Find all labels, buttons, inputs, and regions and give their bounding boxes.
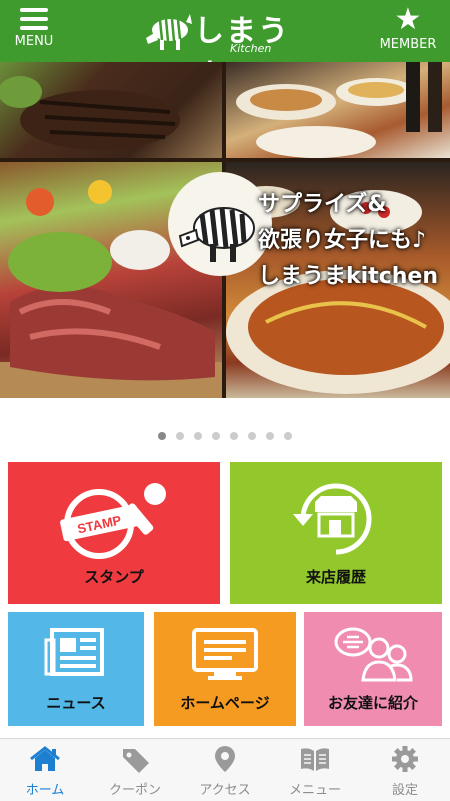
carousel-dot[interactable] (212, 432, 220, 440)
map-pin-icon (215, 746, 235, 772)
invite-friends-tile[interactable]: お友達に紹介 (304, 612, 442, 726)
carousel-dot[interactable] (266, 432, 274, 440)
tab-settings-label: 設定 (391, 783, 418, 798)
visit-history-tile[interactable]: 来店履歴 (230, 462, 442, 604)
visit-history-label: 来店履歴 (305, 568, 366, 586)
tab-coupon-label: クーポン (108, 783, 161, 798)
stamp-label: スタンプ (84, 568, 144, 586)
carousel-dot[interactable] (176, 432, 184, 440)
tab-access-label: アクセス (199, 783, 251, 798)
hero-caption-line2: 欲張り女子にも♪ (258, 228, 427, 253)
book-icon (301, 748, 329, 771)
news-label: ニュース (46, 694, 106, 712)
bottom-tab-bar: ホーム クーポン アクセス メニュー 設定 (0, 738, 450, 801)
hero-caption-line1: サプライズ& (258, 192, 387, 217)
carousel-indicator (0, 432, 450, 444)
tab-home-label: ホーム (25, 783, 65, 798)
stamp-icon: STAMP (60, 483, 166, 559)
hero-banner[interactable]: サプライズ& 欲張り女子にも♪ しまうまkitchen (0, 62, 450, 398)
homepage-label: ホームページ (180, 694, 270, 712)
zebra-mascot (168, 172, 272, 276)
tab-access[interactable]: アクセス (180, 739, 270, 801)
party-dishes-photo (226, 62, 450, 158)
menu-button[interactable]: MENU (10, 6, 58, 56)
brand-subtitle: Kitchen (230, 42, 272, 55)
news-tile[interactable]: ニュース (8, 612, 144, 726)
monitor-icon (192, 628, 258, 680)
tag-icon (123, 749, 149, 773)
invite-friends-label: お友達に紹介 (327, 694, 418, 712)
star-icon: ★ (394, 2, 422, 37)
carousel-dot[interactable] (230, 432, 238, 440)
steak-photo (0, 62, 222, 158)
tab-coupon[interactable]: クーポン (90, 739, 180, 801)
stamp-tile[interactable]: STAMP スタンプ (8, 462, 220, 604)
member-button[interactable]: ★ MEMBER (376, 4, 440, 56)
zebra-icon (146, 14, 192, 50)
hero-caption-line3: しまうまkitchen (258, 264, 438, 289)
member-label: MEMBER (379, 37, 437, 52)
home-icon (30, 746, 60, 771)
menu-label: MENU (14, 34, 54, 49)
carousel-dot[interactable] (248, 432, 256, 440)
gear-icon (392, 746, 418, 772)
tab-menu-label: メニュー (288, 783, 341, 798)
tab-menu[interactable]: メニュー (270, 739, 360, 801)
tab-home[interactable]: ホーム (0, 739, 90, 801)
tab-settings[interactable]: 設定 (360, 739, 450, 801)
carousel-dot[interactable] (194, 432, 202, 440)
app-header: MENU しまうま Kitchen ★ MEMBER (0, 0, 450, 93)
friends-chat-icon (334, 627, 413, 682)
newspaper-icon (44, 628, 104, 676)
store-history-icon (293, 483, 372, 555)
carousel-dot[interactable] (284, 432, 292, 440)
homepage-tile[interactable]: ホームページ (154, 612, 296, 726)
brand-logo: しまうま Kitchen (140, 6, 310, 93)
carousel-dot[interactable] (158, 432, 166, 440)
hamburger-icon (20, 8, 48, 30)
